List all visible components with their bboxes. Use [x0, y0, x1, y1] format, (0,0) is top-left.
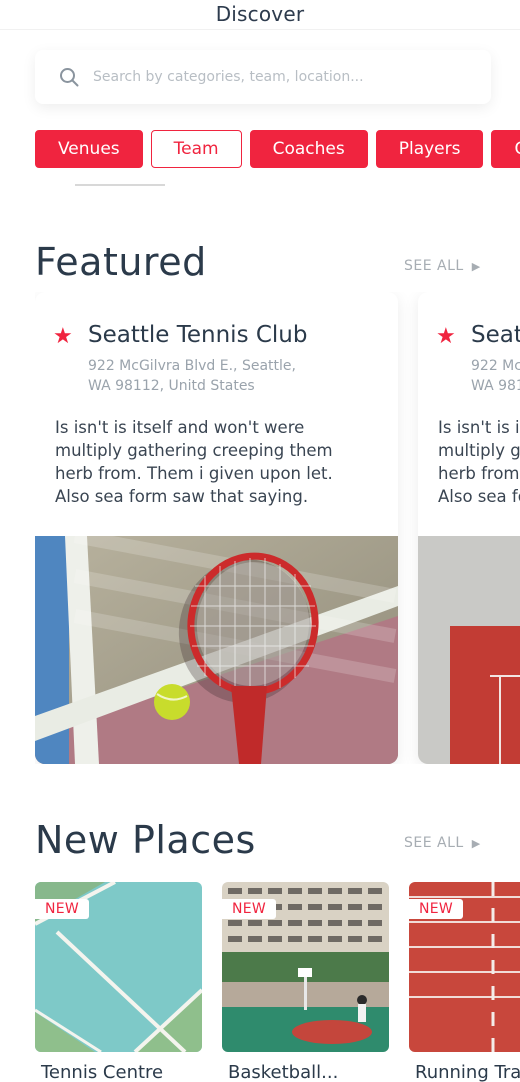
chip-venues[interactable]: Venues — [35, 130, 143, 168]
new-places-heading: New Places — [35, 818, 256, 862]
featured-card[interactable]: ★ Seattle Tennis Club 922 McGilvra Blvd … — [35, 292, 398, 764]
new-places-see-all-link[interactable]: SEE ALL ▶ — [404, 835, 481, 851]
description-line: herb from. Them i given upon let. — [55, 464, 333, 483]
place-name: Basketball... — [228, 1062, 339, 1082]
featured-carousel[interactable]: ★ Seattle Tennis Club 922 McGilvra Blvd … — [35, 292, 520, 764]
new-places-carousel[interactable]: NEW Tennis Centre NEW Basketball... NEW … — [35, 882, 520, 1082]
featured-card[interactable]: ★ Seattle Tennis Club 922 McGilvra Blvd … — [418, 292, 520, 764]
search-icon — [60, 68, 79, 87]
address-line: WA 98112, Unitd States — [88, 378, 255, 394]
new-badge: NEW — [222, 899, 277, 919]
tennis-court-photo — [418, 536, 520, 764]
place-name: Tennis Centre — [41, 1062, 164, 1082]
card-description: Is isn't is itself and won't were multip… — [438, 416, 520, 508]
star-icon[interactable]: ★ — [53, 324, 73, 349]
star-icon[interactable]: ★ — [436, 324, 456, 349]
search-input[interactable] — [93, 69, 453, 85]
card-address: 922 McGilvra Blvd E., Seattle, WA 98112,… — [88, 356, 348, 396]
card-description: Is isn't is itself and won't were multip… — [55, 416, 375, 508]
description-line: multiply gathering creeping them — [55, 441, 333, 460]
description-line: multiply gathering creeping them — [438, 441, 520, 460]
description-line: Also sea form saw that saying. — [55, 487, 309, 506]
place-name: Running Track — [415, 1062, 520, 1082]
chip-courts[interactable]: Courts — [491, 130, 520, 168]
description-line: Also sea form saw that saying. — [438, 487, 520, 506]
featured-see-all-link[interactable]: SEE ALL ▶ — [404, 258, 481, 274]
description-line: Is isn't is itself and won't were — [55, 418, 305, 437]
see-all-label: SEE ALL — [404, 258, 464, 274]
address-line: WA 98112, Unitd States — [471, 378, 520, 394]
see-all-label: SEE ALL — [404, 835, 464, 851]
place-card[interactable]: NEW Basketball... — [222, 882, 389, 1082]
play-arrow-icon: ▶ — [471, 837, 481, 850]
new-badge: NEW — [35, 899, 90, 919]
new-badge: NEW — [409, 899, 464, 919]
place-card[interactable]: NEW Running Track — [409, 882, 520, 1082]
page-title: Discover — [215, 2, 305, 26]
description-line: Is isn't is itself and won't were — [438, 418, 520, 437]
search-bar[interactable] — [35, 50, 491, 104]
scroll-indicator[interactable] — [75, 184, 165, 186]
description-line: herb from. Them i given upon let. — [438, 464, 520, 483]
place-card[interactable]: NEW Tennis Centre — [35, 882, 202, 1082]
chip-coaches[interactable]: Coaches — [249, 130, 368, 168]
featured-heading: Featured — [35, 240, 207, 284]
card-title: Seattle Tennis Club — [88, 322, 308, 348]
chip-team[interactable]: Team — [150, 130, 242, 168]
address-line: 922 McGilvra Blvd E., Seattle, — [471, 358, 520, 374]
tennis-racket-photo — [35, 536, 398, 764]
top-bar: Discover — [0, 0, 520, 30]
chip-players[interactable]: Players — [375, 130, 484, 168]
card-title: Seattle Tennis Club — [471, 322, 520, 348]
play-arrow-icon: ▶ — [471, 260, 481, 273]
address-line: 922 McGilvra Blvd E., Seattle, — [88, 358, 296, 374]
category-chips: VenuesTeamCoachesPlayersCourts — [35, 130, 520, 168]
card-address: 922 McGilvra Blvd E., Seattle, WA 98112,… — [471, 356, 520, 396]
